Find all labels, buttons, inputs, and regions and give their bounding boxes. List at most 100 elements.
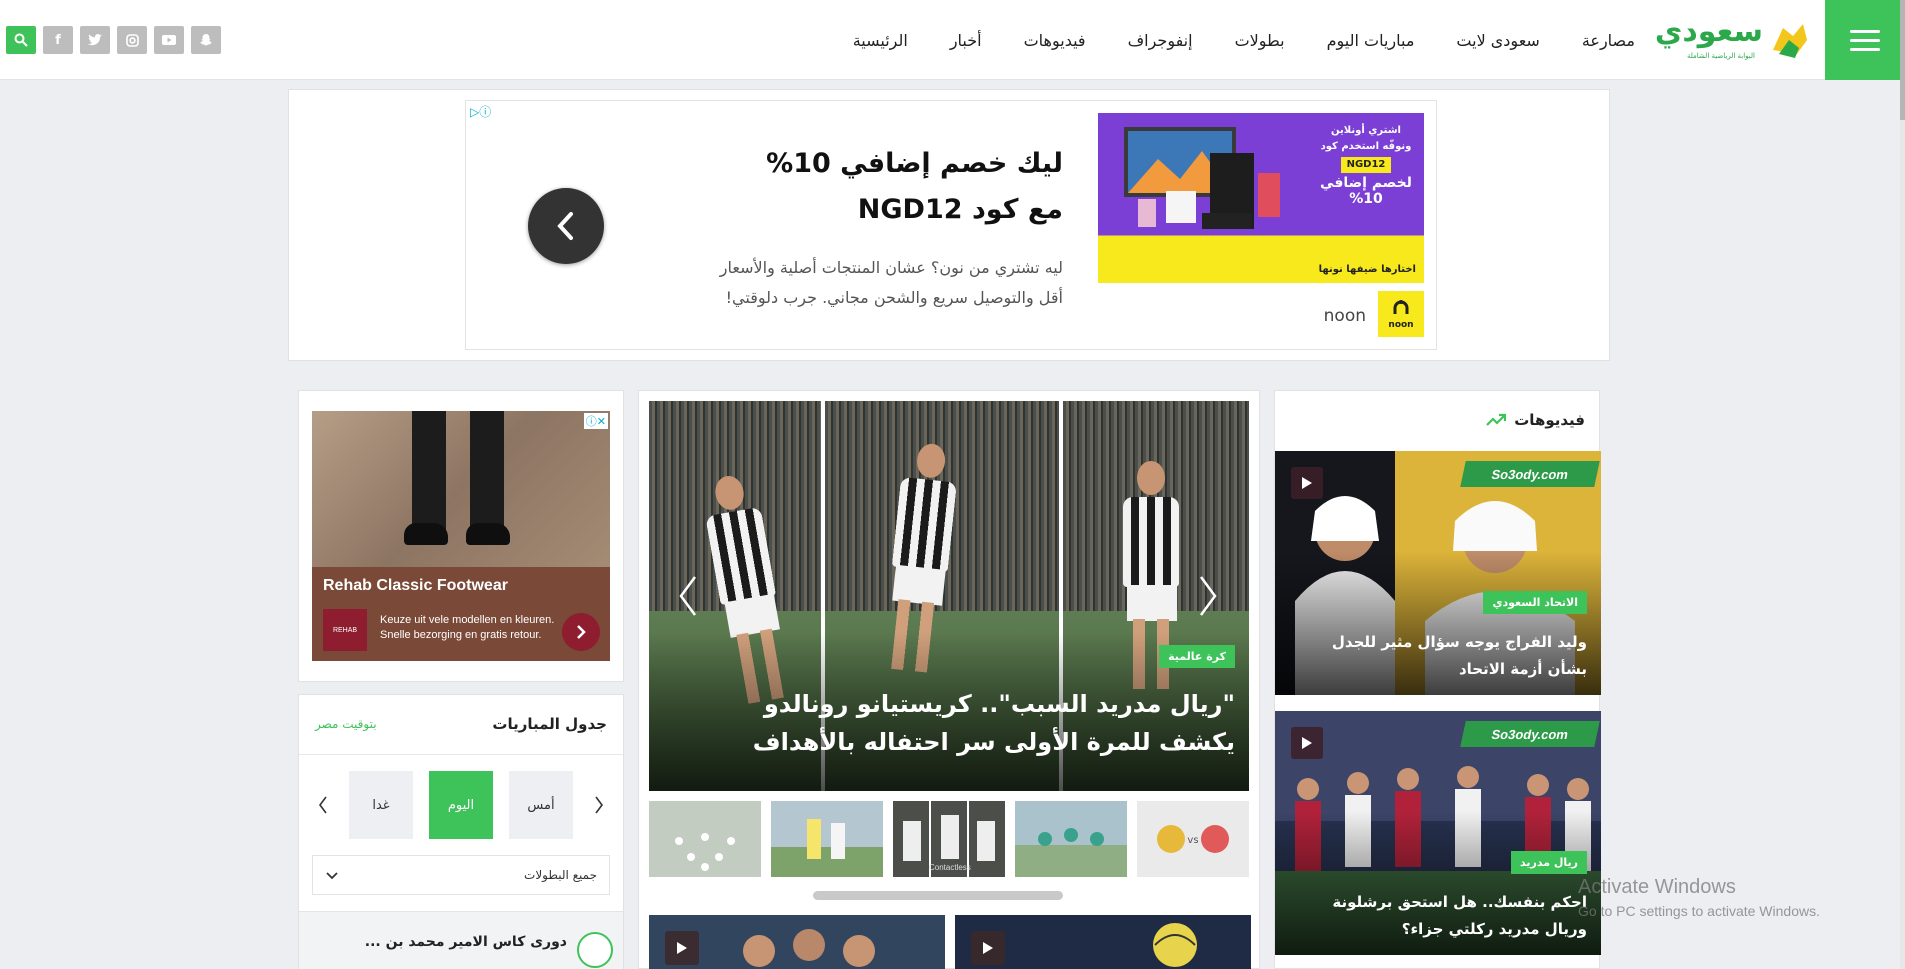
rehab-logo: REHAB [323, 609, 367, 651]
chevron-left-icon [679, 576, 697, 616]
slider-thumbnail[interactable]: vs [1137, 801, 1249, 877]
nav-link-today-matches[interactable]: مباريات اليوم [1327, 31, 1415, 50]
video-category-tag[interactable]: ريال مدريد [1511, 851, 1587, 874]
nav-link-saudi-lite[interactable]: سعودى لايت [1456, 31, 1539, 50]
chevron-left-icon [319, 796, 327, 814]
nav-link-wrestling[interactable]: مصارعة [1582, 31, 1635, 50]
play-icon[interactable] [1291, 467, 1323, 499]
svg-text:vs: vs [1187, 835, 1198, 846]
twitter-icon[interactable] [80, 26, 110, 54]
chevron-right-icon [577, 625, 586, 639]
chevron-down-icon [326, 872, 338, 880]
main-nav: الرئيسية أخبار فيديوهات إنفوجراف بطولات … [853, 0, 1635, 80]
ad-title[interactable]: Rehab Classic Footwear [323, 577, 508, 595]
nav-link-news[interactable]: أخبار [950, 31, 982, 50]
ad-image-text: اشتري أونلاين ونوفّه استخدم كود NGD12 لخ… [1320, 125, 1412, 207]
snapchat-icon[interactable] [191, 26, 221, 54]
adchoices-icon[interactable]: ▷ⓘ [466, 101, 495, 122]
league-logo [577, 932, 613, 968]
ad-headline[interactable]: ليك خصم إضافي 10% مع كود NGD12 [733, 141, 1063, 233]
play-icon[interactable] [1291, 727, 1323, 759]
day-selector: أمس اليوم غدا [299, 771, 623, 841]
ad-go-button[interactable] [562, 613, 600, 651]
facebook-icon[interactable]: f [43, 26, 73, 54]
league-name: دورى كاس الامير محمد بن ... [364, 934, 567, 950]
scrollbar-thumb[interactable] [1900, 0, 1905, 120]
day-tab-yesterday[interactable]: أمس [509, 771, 573, 839]
matches-title: جدول المباريات [492, 715, 607, 733]
slider-next-button[interactable] [1193, 571, 1223, 621]
so3ody-watermark: So3ody.com [1460, 721, 1600, 747]
day-tab-today[interactable]: اليوم [429, 771, 493, 839]
nav-link-tournaments[interactable]: بطولات [1235, 31, 1285, 50]
matches-header: جدول المباريات بتوقيت مصر [299, 695, 623, 755]
play-icon [665, 931, 699, 965]
day-next-button[interactable] [313, 793, 333, 817]
footwear-ad[interactable]: ⓘ✕ Rehab Classic Footwear REHAB Keuze ui… [312, 411, 610, 661]
search-button[interactable] [6, 26, 36, 54]
video-category-tag[interactable]: الاتحاد السعودي [1483, 591, 1587, 614]
video-item[interactable]: So3ody.com ريال مدريد احكم بنفسك.. هل اس… [1275, 711, 1601, 955]
ad-photo [312, 411, 610, 567]
chevron-left-icon [557, 212, 573, 240]
videos-heading-text: فيديوهات [1514, 411, 1585, 429]
video-item[interactable]: So3ody.com الاتحاد السعودي وليد الفراج ي… [1275, 451, 1601, 695]
timezone-link[interactable]: بتوقيت مصر [315, 717, 377, 731]
ad-product-image[interactable]: اشتري أونلاين ونوفّه استخدم كود NGD12 لخ… [1098, 113, 1424, 283]
nav-link-videos[interactable]: فيديوهات [1024, 31, 1086, 50]
slide-headline[interactable]: "ريال مدريد السبب".. كريستيانو رونالدو ي… [695, 685, 1235, 761]
league-filter-value: جميع البطولات [524, 868, 597, 882]
youtube-icon[interactable] [154, 26, 184, 54]
noon-logo[interactable]: noon [1378, 291, 1424, 337]
logo-text: سعودي [1654, 14, 1763, 49]
chevron-right-icon [1199, 576, 1217, 616]
league-row[interactable]: دورى كاس الامير محمد بن ... [299, 911, 623, 969]
video-card[interactable] [649, 915, 945, 969]
adchoices-icon[interactable]: ⓘ✕ [583, 413, 608, 429]
ad-next-button[interactable] [528, 188, 604, 264]
side-advertisement: ⓘ✕ Rehab Classic Footwear REHAB Keuze ui… [298, 390, 624, 682]
matches-widget: جدول المباريات بتوقيت مصر أمس اليوم غدا … [298, 694, 624, 969]
hamburger-menu-button[interactable] [1825, 0, 1905, 80]
site-header: سعودي البوابة الرياضية الشاملة الرئيسية … [0, 0, 1905, 80]
ad-banner[interactable]: ▷ⓘ ليك خصم إضافي 10% مع كود NGD12 ليه تش… [465, 100, 1437, 350]
video-card[interactable] [955, 915, 1251, 969]
slider-thumbnail[interactable]: Contactless [893, 801, 1005, 877]
watermark-line-2: Go to PC settings to activate Windows. [1578, 903, 1820, 919]
ad-caption: Rehab Classic Footwear REHAB Keuze uit v… [312, 567, 610, 661]
news-slider[interactable]: كرة عالمية "ريال مدريد السبب".. كريستيان… [649, 401, 1249, 791]
thumbnail-caption: Contactless [929, 863, 971, 872]
video-title[interactable]: احكم بنفسك.. هل استحق برشلونة وريال مدري… [1297, 889, 1587, 943]
ad-description: ليه تشتري من نون؟ عشان المنتجات أصلية وا… [719, 258, 1063, 307]
nav-link-infographics[interactable]: إنفوجراف [1128, 31, 1193, 50]
ad-image-slogan: اختارها ضيفها نونها [1318, 264, 1416, 275]
ad-text: Keuze uit vele modellen en kleuren. Snel… [380, 614, 555, 641]
slider-thumbnail[interactable] [1015, 801, 1127, 877]
videos-heading[interactable]: فيديوهات [1486, 411, 1585, 429]
slide-category-tag[interactable]: كرة عالمية [1159, 645, 1235, 668]
page-scrollbar[interactable] [1900, 0, 1905, 969]
top-advertisement: ▷ⓘ ليك خصم إضافي 10% مع كود NGD12 ليه تش… [288, 89, 1610, 361]
day-tab-tomorrow[interactable]: غدا [349, 771, 413, 839]
play-icon [971, 931, 1005, 965]
slider-thumbnail[interactable] [771, 801, 883, 877]
featured-news: كرة عالمية "ريال مدريد السبب".. كريستيان… [638, 390, 1260, 969]
day-prev-button[interactable] [589, 793, 609, 817]
video-title[interactable]: وليد الفراج يوجه سؤال مثير للجدل بشأن أز… [1297, 629, 1587, 683]
windows-activation-watermark: Activate Windows Go to PC settings to ac… [1578, 876, 1820, 919]
site-logo[interactable]: سعودي البوابة الرياضية الشاملة [1655, 14, 1811, 66]
videos-sidebar: فيديوهات So3ody.com الاتحاد السعودي وليد… [1274, 390, 1601, 969]
instagram-icon[interactable] [117, 26, 147, 54]
menu-icon-bar [1850, 38, 1880, 42]
menu-icon-bar [1850, 29, 1880, 33]
slider-thumbnails: Contactless vs [649, 801, 1249, 877]
search-icon [14, 33, 28, 47]
thumbnail-scrollbar[interactable] [813, 891, 1063, 900]
nav-link-home[interactable]: الرئيسية [853, 31, 908, 50]
slider-thumbnail[interactable] [649, 801, 761, 877]
slider-prev-button[interactable] [673, 571, 703, 621]
ad-brand-name[interactable]: noon [1324, 306, 1366, 326]
trending-up-icon [1486, 413, 1507, 426]
chevron-right-icon [595, 796, 603, 814]
league-filter-select[interactable]: جميع البطولات [312, 855, 610, 895]
